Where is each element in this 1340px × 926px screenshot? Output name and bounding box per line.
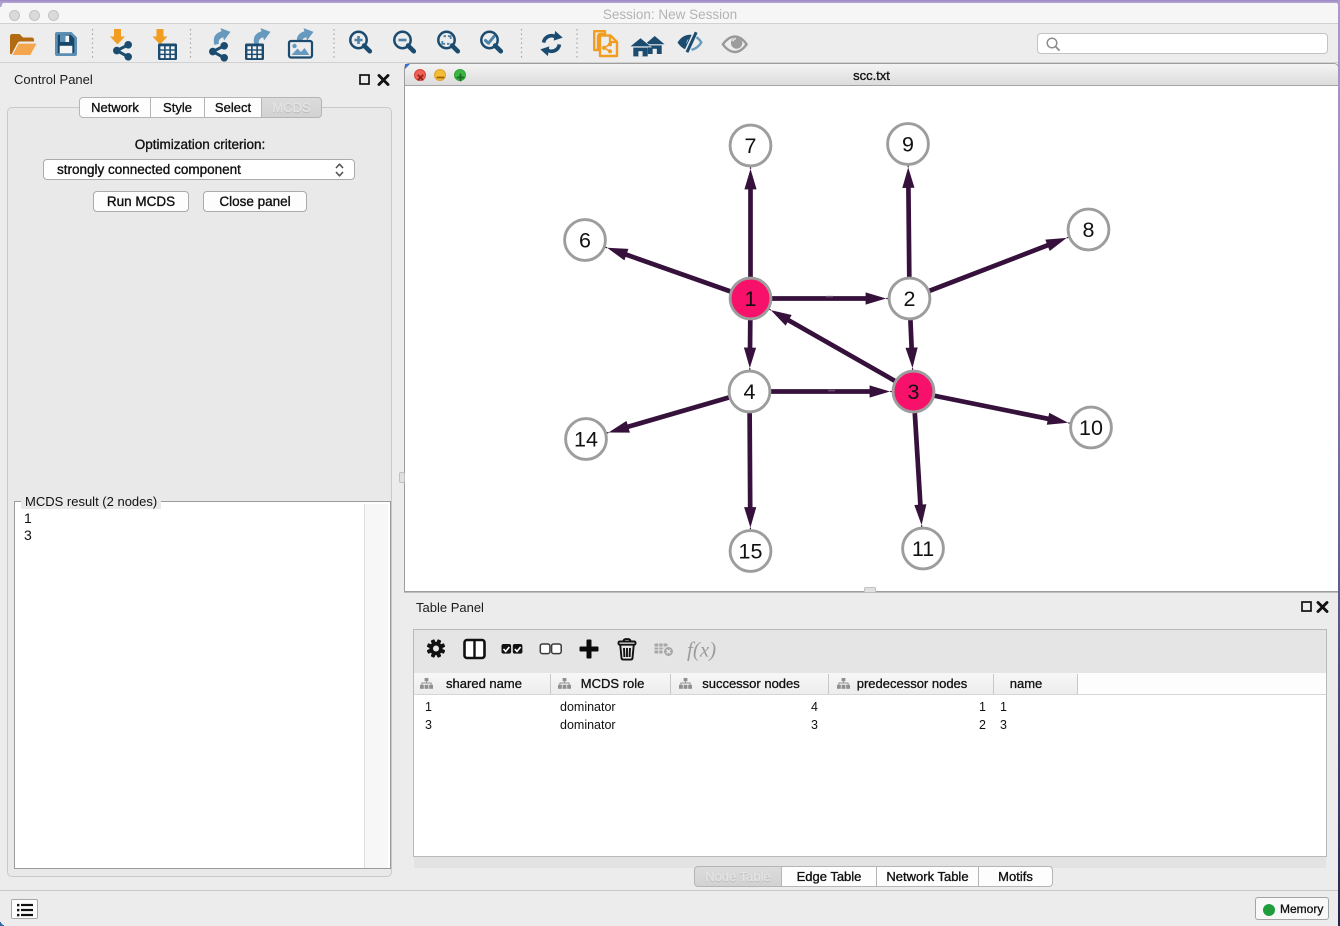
svg-text:11: 11	[912, 537, 934, 561]
svg-text:1: 1	[745, 287, 757, 311]
svg-text:9: 9	[902, 133, 914, 157]
svg-text:f(x): f(x)	[687, 638, 716, 662]
svg-text:4: 4	[744, 380, 756, 404]
svg-text:15: 15	[739, 540, 763, 564]
svg-text:14: 14	[574, 428, 598, 452]
svg-text:7: 7	[745, 134, 757, 158]
svg-text:6: 6	[579, 229, 591, 253]
svg-text:2: 2	[904, 287, 916, 311]
svg-text:8: 8	[1083, 218, 1095, 242]
svg-text:3: 3	[908, 380, 920, 404]
svg-text:10: 10	[1079, 416, 1103, 440]
